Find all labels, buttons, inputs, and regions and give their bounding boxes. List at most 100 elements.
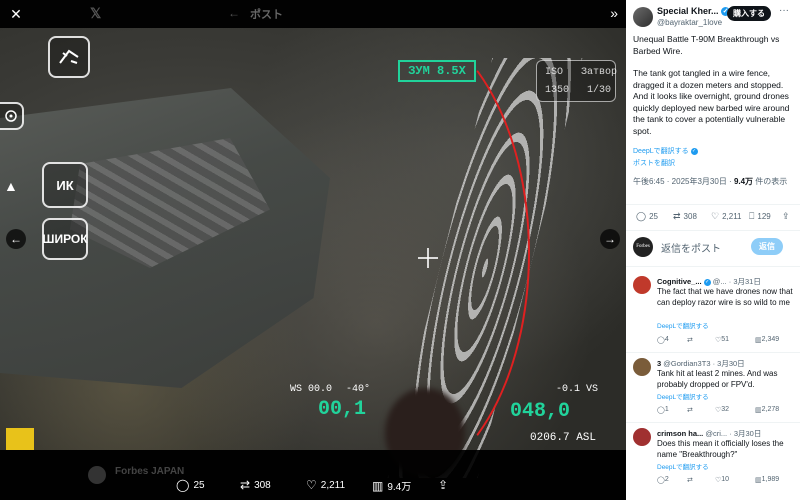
reply-avatar[interactable]: [633, 428, 651, 446]
tweet-bookmark-stat[interactable]: ⎕ 129: [749, 211, 771, 222]
hud-shutter-label: Затвор: [581, 67, 618, 78]
wide-mode-button[interactable]: ШИРОК: [42, 218, 88, 260]
reply-views-count: 1,989: [761, 476, 780, 483]
deepl-label: DeepLで翻訳する: [633, 148, 689, 155]
reply-count: 25: [193, 479, 205, 491]
tweet-timestamp[interactable]: 午後6:45 · 2025年3月30日 ·: [633, 177, 734, 186]
like-action[interactable]: ♡ 2,211: [306, 478, 345, 492]
reply-views-stat[interactable]: ▥ 2,278: [755, 406, 779, 414]
reply-date: 3月30日: [733, 429, 762, 438]
tweet-paragraph: The tank got tangled in a wire fence, dr…: [633, 68, 790, 136]
share-icon: ⇪: [438, 478, 449, 492]
reply-header: 3 @Gordian3T3 · 3月30日: [657, 359, 745, 368]
tweet-paragraph: Unequal Battle T-90M Breakthrough vs Bar…: [633, 34, 780, 56]
buy-button[interactable]: 購入する: [727, 6, 771, 21]
reply-translate-link[interactable]: DeepLで翻訳する: [657, 461, 709, 471]
reply-text: Tank hit at least 2 mines. And was proba…: [657, 369, 778, 389]
repost-icon: ⇄: [673, 211, 681, 221]
next-media-button[interactable]: →: [600, 229, 620, 249]
media-topbar: ✕ 𝕏 ← ポスト »: [0, 0, 626, 28]
tweet-meta: 午後6:45 · 2025年3月30日 · 9.4万 件の表示: [633, 176, 795, 187]
divider: [626, 266, 800, 267]
reply-item[interactable]: Cognitive_... ✓ @... · 3月31日 The fact th…: [633, 276, 795, 352]
reply-item[interactable]: crimson ha... @cri... · 3月30日 Does this …: [633, 428, 795, 494]
reply-submit-button[interactable]: 返信: [751, 238, 783, 255]
bar-chart-icon: ▥: [372, 478, 384, 493]
reply-reply-count: 2: [664, 476, 669, 483]
expand-panel-icon[interactable]: »: [610, 5, 618, 21]
views-action[interactable]: ▥ 9.4万: [372, 478, 411, 494]
deepl-translate-link[interactable]: DeepLで翻訳する ✓: [633, 146, 698, 156]
reply-author-name[interactable]: 3: [657, 359, 661, 368]
reply-avatar[interactable]: [633, 358, 651, 376]
crosshair-icon: [418, 248, 438, 268]
like-count: 2,211: [722, 212, 742, 221]
share-action[interactable]: ⇪: [438, 478, 448, 492]
reply-input[interactable]: 返信をポスト: [661, 240, 721, 255]
repost-icon: ⇄: [240, 478, 251, 492]
bookmark-count: 129: [757, 212, 771, 221]
drone-icon: [48, 36, 90, 78]
reply-like-stat[interactable]: ♡ 32: [715, 406, 729, 414]
more-options-icon[interactable]: ···: [779, 5, 789, 16]
reply-repost-stat[interactable]: ⇄: [687, 406, 693, 414]
reply-reply-stat[interactable]: ◯ 2: [657, 476, 669, 484]
x-media-viewer: ЗУМ 8.5X ISO Затвор 1350 1/30 ▲ ИК ШИРОК…: [0, 0, 800, 500]
repost-count: 308: [683, 212, 697, 221]
bookmark-icon: ⎕: [749, 211, 755, 221]
reply-header: crimson ha... @cri... · 3月30日: [657, 429, 762, 438]
author-handle[interactable]: @bayraktar_1love: [657, 18, 722, 27]
ir-mode-button[interactable]: ИК: [42, 162, 88, 208]
reply-icon: ◯: [176, 478, 190, 492]
hud-iso-value: 1350: [545, 85, 570, 96]
reply-author-name[interactable]: crimson ha...: [657, 429, 703, 438]
reply-composer: Forbes 返信をポスト 返信: [633, 237, 795, 257]
reply-stats: ◯ 2 ⇄ ♡ 10 ▥ 1,989: [657, 476, 797, 486]
reply-translate-link[interactable]: DeepLで翻訳する: [657, 320, 709, 330]
reply-repost-stat[interactable]: ⇄: [687, 336, 693, 344]
previous-media-button[interactable]: ←: [6, 229, 26, 249]
media-action-bar: ◯ 25 ⇄ 308 ♡ 2,211 ▥ 9.4万 ⇪: [0, 478, 626, 498]
reply-like-stat[interactable]: ♡ 10: [715, 476, 729, 484]
reply-views-stat[interactable]: ▥ 2,349: [755, 336, 779, 344]
reply-author-name[interactable]: Cognitive_...: [657, 277, 702, 286]
compass-icon: [0, 102, 24, 130]
author-avatar[interactable]: [633, 7, 653, 27]
divider: [626, 422, 800, 423]
reply-handle: @Gordian3T3: [663, 359, 711, 368]
reply-views-stat[interactable]: ▥ 1,989: [755, 476, 779, 484]
composer-avatar: Forbes: [633, 237, 653, 257]
tweet-repost-stat[interactable]: ⇄ 308: [673, 211, 697, 222]
reply-translate-link[interactable]: DeepLで翻訳する: [657, 391, 709, 401]
tweet-views-count: 9.4万: [733, 177, 754, 186]
reply-avatar[interactable]: [633, 276, 651, 294]
reply-item[interactable]: 3 @Gordian3T3 · 3月30日 Tank hit at least …: [633, 358, 795, 424]
heart-icon: ♡: [306, 478, 317, 492]
reply-action[interactable]: ◯ 25: [176, 478, 205, 492]
hud-shutter-value: 1/30: [587, 85, 612, 96]
reply-count: 25: [649, 212, 658, 221]
reply-reply-stat[interactable]: ◯ 4: [657, 336, 669, 344]
divider: [626, 352, 800, 353]
verified-badge-icon: ✓: [703, 278, 711, 286]
reply-reply-stat[interactable]: ◯ 1: [657, 406, 669, 414]
drone-video[interactable]: ЗУМ 8.5X ISO Затвор 1350 1/30 ▲ ИК ШИРОК…: [0, 18, 626, 488]
tweet-like-stat[interactable]: ♡ 2,211: [711, 211, 742, 222]
share-icon: ⇪: [782, 211, 790, 221]
author-name-text: Special Kher...: [657, 6, 719, 16]
tweet-panel: Special Kher... ✓ @bayraktar_1love 購入する …: [626, 0, 800, 500]
author-name[interactable]: Special Kher... ✓: [657, 6, 731, 17]
tweet-reply-stat[interactable]: ◯ 25: [636, 211, 658, 222]
repost-action[interactable]: ⇄ 308: [240, 478, 271, 492]
reply-repost-stat[interactable]: ⇄: [687, 476, 693, 484]
tweet-share-stat[interactable]: ⇪: [782, 211, 790, 222]
close-icon[interactable]: ✕: [8, 6, 24, 22]
ghost-page-title: ポスト: [250, 9, 283, 21]
reply-stats: ◯ 1 ⇄ ♡ 32 ▥ 2,278: [657, 406, 797, 416]
hud-wind-speed: WS 00.0: [290, 384, 333, 395]
hud-iso-label: ISO: [545, 67, 564, 78]
translate-post-link[interactable]: ポストを翻訳: [633, 158, 675, 168]
reply-views-count: 2,278: [761, 406, 780, 413]
reply-like-stat[interactable]: ♡ 51: [715, 336, 729, 344]
reply-text: Does this mean it officially loses the n…: [657, 439, 784, 459]
